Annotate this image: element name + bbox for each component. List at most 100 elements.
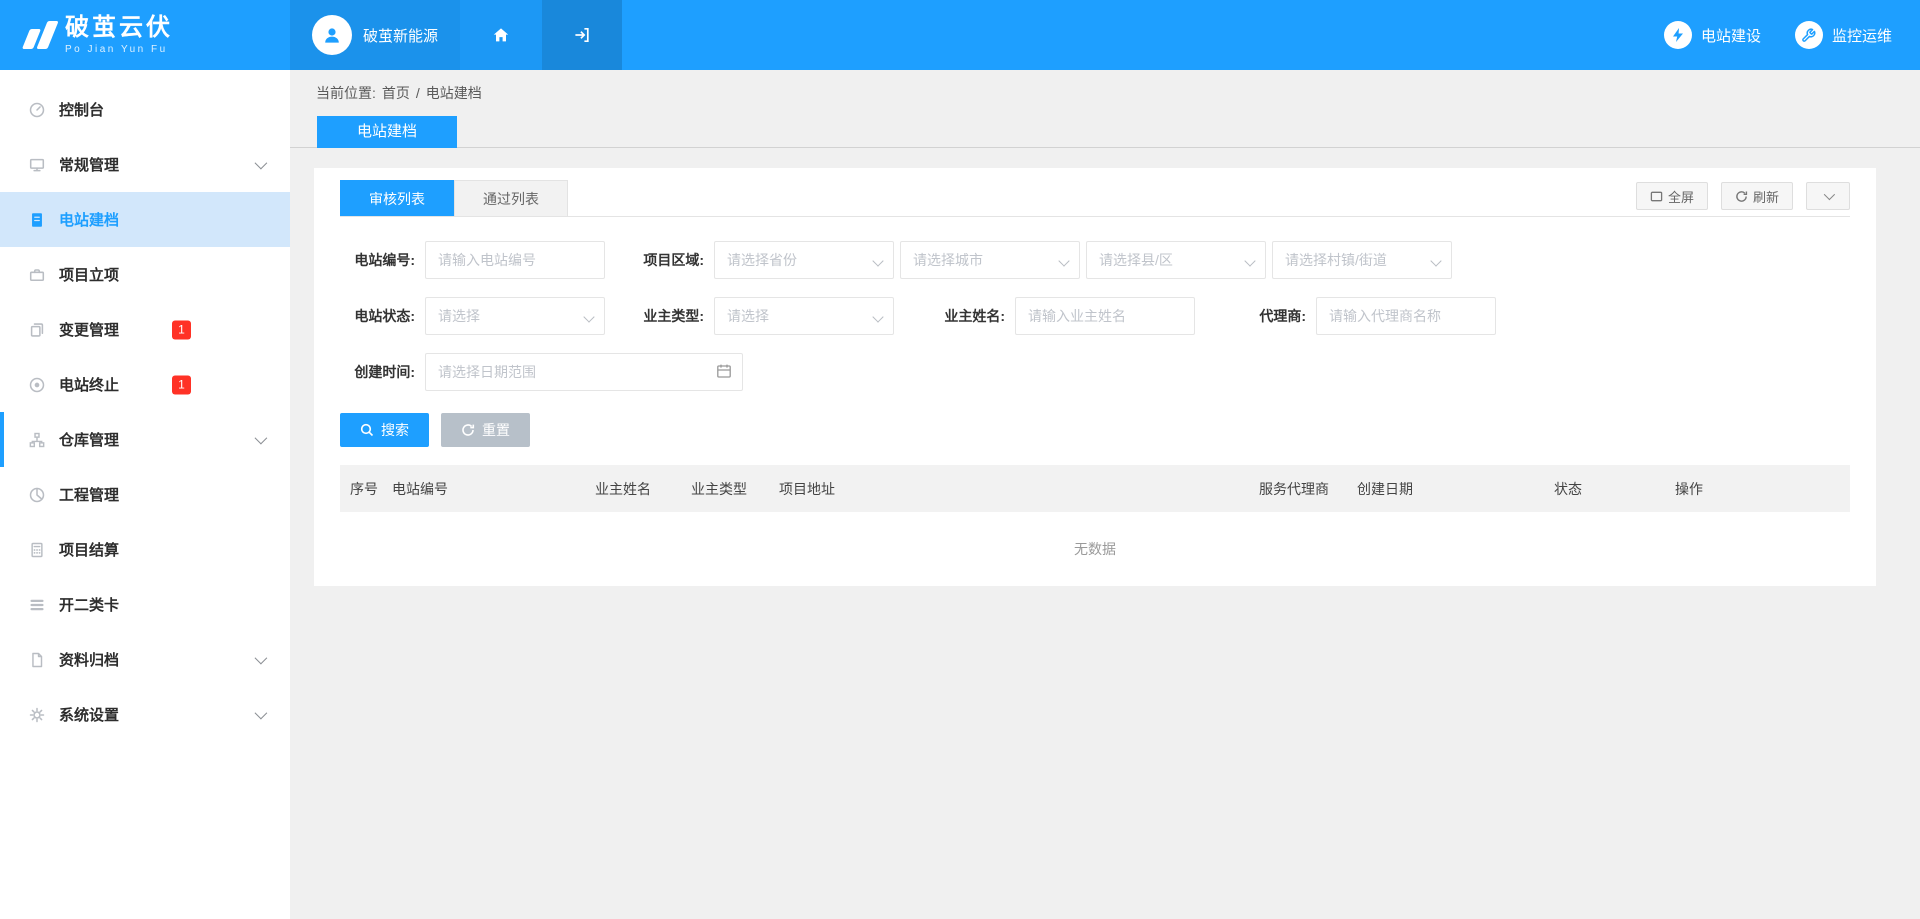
card-tabbar: 审核列表 通过列表 全屏 刷新: [340, 180, 1850, 217]
station-status-select[interactable]: 请选择: [425, 297, 605, 335]
col-operation: 操作: [1665, 465, 1850, 512]
fullscreen-label: 全屏: [1668, 187, 1694, 206]
chevron-down-icon: [1058, 255, 1069, 266]
col-owner-type: 业主类型: [681, 465, 769, 512]
notification-badge: 1: [172, 375, 191, 394]
briefcase-icon: [28, 266, 46, 284]
refresh-label: 刷新: [1753, 187, 1779, 206]
app-header: 破茧云伏 Po Jian Yun Fu 破茧新能源: [0, 0, 1920, 70]
filter-row-2: 电站状态: 请选择 业主类型: 请选择 业主姓名: 代理商:: [340, 297, 1850, 335]
region-label: 项目区域:: [629, 250, 714, 270]
city-select[interactable]: 请选择城市: [900, 241, 1080, 279]
owner-type-select[interactable]: 请选择: [714, 297, 894, 335]
create-time-label: 创建时间:: [340, 362, 425, 382]
sidebar-item-station-terminate[interactable]: 电站终止 1: [0, 357, 290, 412]
col-status: 状态: [1544, 465, 1665, 512]
empty-row: 无数据: [340, 512, 1850, 586]
header-modules: 电站建设 监控运维: [1664, 0, 1920, 70]
filter-form: 电站编号: 项目区域: 请选择省份 请选择城市 请选择县/区 请选择村镇/街道: [340, 217, 1850, 391]
main-content: 当前位置: 首页 / 电站建档 电站建档 审核列表 通过列表 全屏 刷新: [290, 70, 1920, 919]
chevron-down-icon: [255, 652, 268, 665]
chevron-down-icon: [255, 707, 268, 720]
sidebar-item-station-archive[interactable]: 电站建档: [0, 192, 290, 247]
search-label: 搜索: [381, 420, 409, 440]
station-no-input[interactable]: [425, 241, 605, 279]
town-select[interactable]: 请选择村镇/街道: [1272, 241, 1452, 279]
sidebar-item-project-approval[interactable]: 项目立项: [0, 247, 290, 302]
breadcrumb: 当前位置: 首页 / 电站建档: [290, 70, 1920, 116]
home-button[interactable]: [460, 0, 542, 70]
filter-row-1: 电站编号: 项目区域: 请选择省份 请选择城市 请选择县/区 请选择村镇/街道: [340, 241, 1850, 279]
district-select[interactable]: 请选择县/区: [1086, 241, 1266, 279]
fullscreen-icon: [1650, 190, 1663, 203]
sidebar-item-system-settings[interactable]: 系统设置: [0, 687, 290, 742]
search-icon: [360, 423, 374, 437]
sidebar-item-label: 电站终止: [59, 374, 119, 395]
agent-label: 代理商:: [1231, 306, 1316, 326]
chevron-down-icon: [1824, 189, 1835, 200]
agent-input[interactable]: [1316, 297, 1496, 335]
module-monitor-ops[interactable]: 监控运维: [1795, 21, 1892, 49]
empty-state: 无数据: [340, 512, 1850, 586]
document-icon: [28, 211, 46, 229]
date-range-input[interactable]: [425, 353, 743, 391]
list-card-icon: [28, 596, 46, 614]
calculator-icon: [28, 541, 46, 559]
chevron-down-icon: [255, 157, 268, 170]
sidebar-item-label: 开二类卡: [59, 594, 119, 615]
logo-title: 破茧云伏: [65, 15, 173, 41]
chevron-down-icon: [1244, 255, 1255, 266]
station-no-label: 电站编号:: [340, 250, 425, 270]
module-label: 监控运维: [1832, 25, 1892, 46]
province-select[interactable]: 请选择省份: [714, 241, 894, 279]
sidebar-item-warehouse-mgmt[interactable]: 仓库管理: [0, 412, 290, 467]
breadcrumb-home[interactable]: 首页: [382, 83, 410, 103]
fullscreen-button[interactable]: 全屏: [1636, 182, 1708, 210]
logo-text: 破茧云伏 Po Jian Yun Fu: [65, 15, 173, 54]
sidebar-item-engineering-mgmt[interactable]: 工程管理: [0, 467, 290, 522]
app-logo: 破茧云伏 Po Jian Yun Fu: [0, 0, 290, 70]
module-station-build[interactable]: 电站建设: [1664, 21, 1761, 49]
chevron-down-icon: [872, 255, 883, 266]
sidebar-item-label: 项目立项: [59, 264, 119, 285]
login-arrow-icon: [572, 25, 592, 45]
file-icon: [28, 651, 46, 669]
user-menu[interactable]: 破茧新能源: [290, 0, 460, 70]
card-toolbar: 全屏 刷新: [1636, 182, 1850, 210]
town-placeholder: 请选择村镇/街道: [1285, 250, 1387, 270]
owner-name-input[interactable]: [1015, 297, 1195, 335]
home-icon: [491, 25, 511, 45]
search-button[interactable]: 搜索: [340, 413, 429, 447]
reset-button[interactable]: 重置: [441, 413, 530, 447]
sidebar-item-label: 系统设置: [59, 704, 119, 725]
sidebar-item-project-settlement[interactable]: 项目结算: [0, 522, 290, 577]
logo-subtitle: Po Jian Yun Fu: [65, 44, 173, 55]
sidebar-item-general-mgmt[interactable]: 常规管理: [0, 137, 290, 192]
sidebar-item-console[interactable]: 控制台: [0, 82, 290, 137]
chevron-down-icon: [872, 311, 883, 322]
avatar: [312, 15, 352, 55]
chevron-down-icon: [1430, 255, 1441, 266]
collapse-filters-button[interactable]: [1806, 182, 1850, 210]
sidebar-item-label: 工程管理: [59, 484, 119, 505]
header-nav: 破茧新能源: [290, 0, 622, 70]
tab-review-list[interactable]: 审核列表: [340, 180, 454, 216]
refresh-button[interactable]: 刷新: [1721, 182, 1793, 210]
logout-button[interactable]: [542, 0, 622, 70]
sidebar: 控制台 常规管理 电站建档 项目立项 变更管理 1 电站终止 1: [0, 70, 290, 919]
col-project-address: 项目地址: [769, 465, 1249, 512]
reset-label: 重置: [482, 420, 510, 440]
sidebar-item-label: 常规管理: [59, 154, 119, 175]
copy-icon: [28, 321, 46, 339]
tab-passed-list[interactable]: 通过列表: [454, 180, 568, 216]
page-tab-station-archive[interactable]: 电站建档: [317, 116, 457, 148]
results-table: 序号 电站编号 业主姓名 业主类型 项目地址 服务代理商 创建日期 状态 操作 …: [340, 465, 1850, 586]
sidebar-item-change-mgmt[interactable]: 变更管理 1: [0, 302, 290, 357]
sidebar-item-open-type2-card[interactable]: 开二类卡: [0, 577, 290, 632]
district-placeholder: 请选择县/区: [1099, 250, 1173, 270]
col-service-agent: 服务代理商: [1249, 465, 1347, 512]
refresh-icon: [1735, 190, 1748, 203]
sidebar-item-data-archive[interactable]: 资料归档: [0, 632, 290, 687]
sitemap-icon: [28, 431, 46, 449]
calendar-icon: [716, 363, 732, 384]
